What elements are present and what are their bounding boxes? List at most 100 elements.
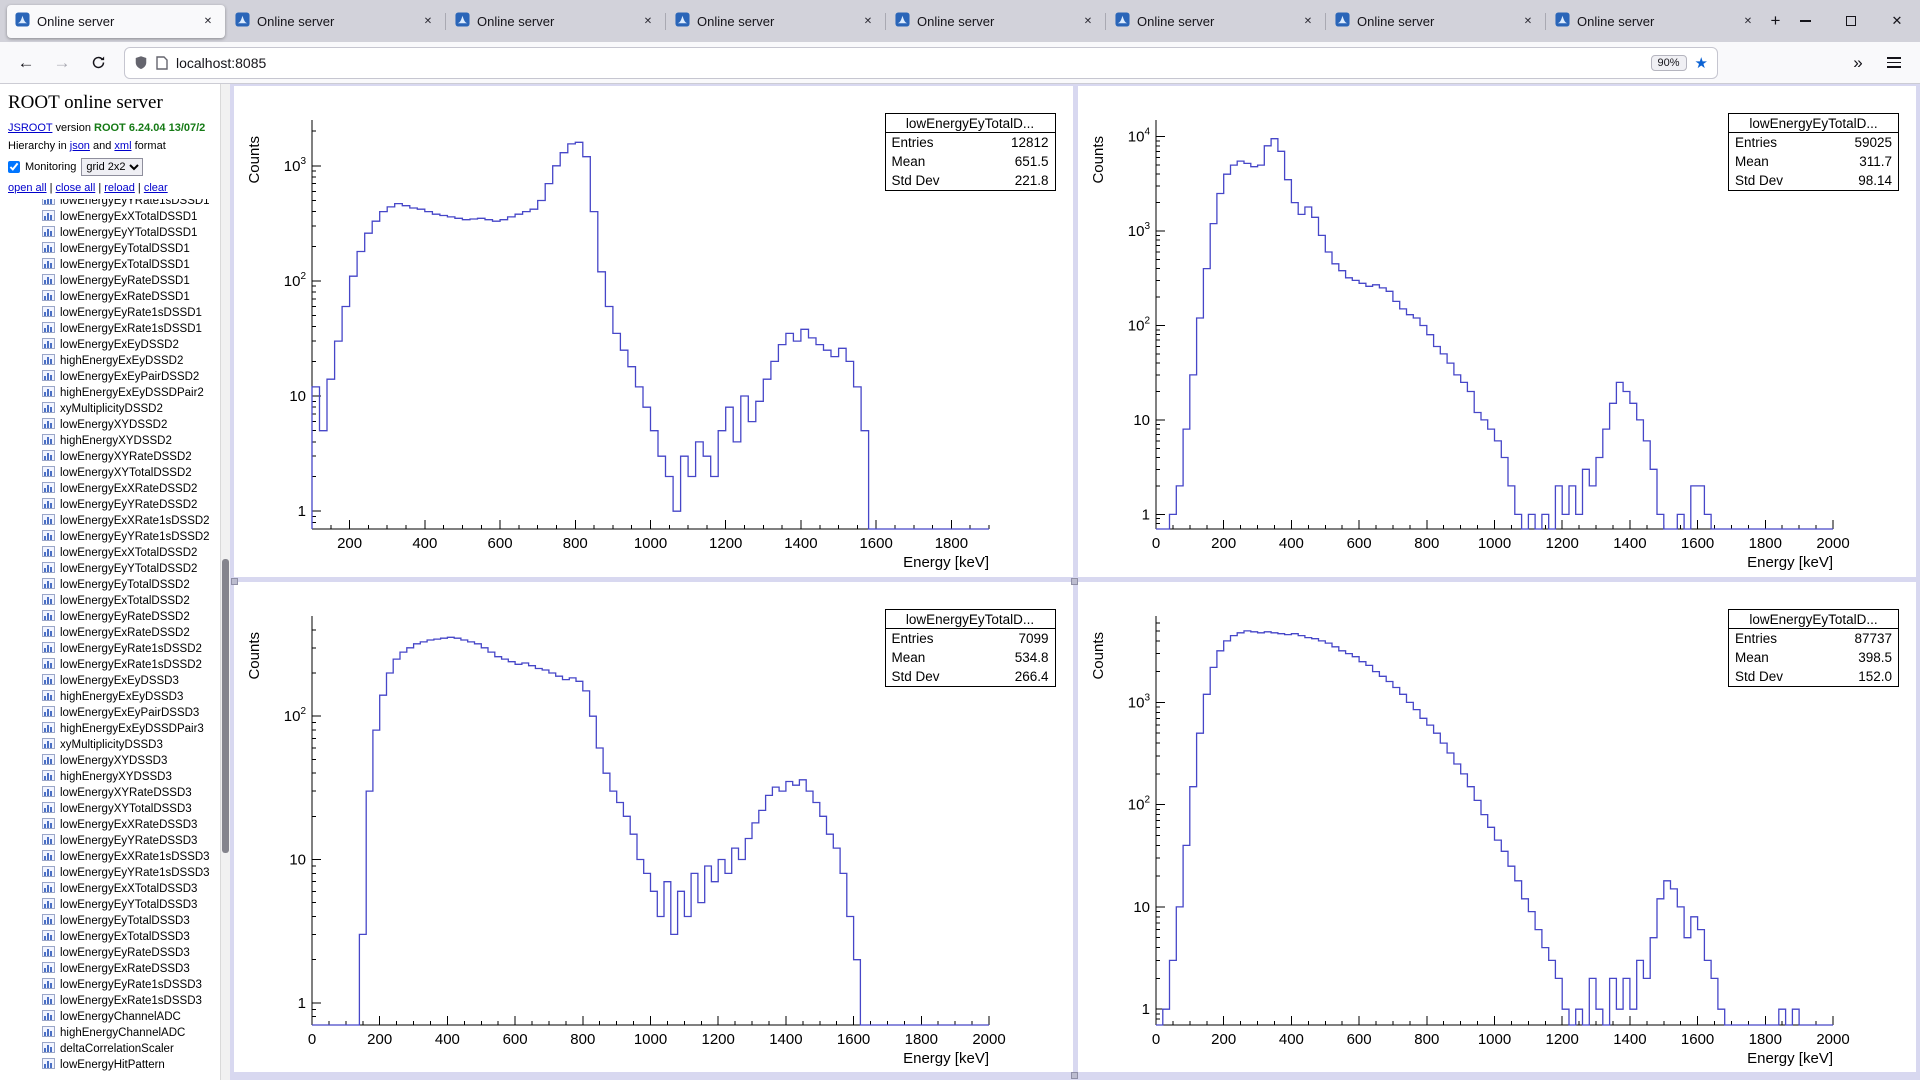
bookmark-star-icon[interactable]: ★ — [1695, 54, 1708, 72]
overflow-menu-button[interactable]: » — [1842, 48, 1874, 78]
tree-item[interactable]: lowEnergyExRateDSSD1 — [8, 289, 218, 305]
tree-item[interactable]: lowEnergyExRate1sDSSD3 — [8, 993, 218, 1009]
close-window-button[interactable]: ✕ — [1874, 0, 1920, 42]
tree-item[interactable]: lowEnergyEyRate1sDSSD1 — [8, 305, 218, 321]
tree-item[interactable]: lowEnergyXYDSSD2 — [8, 417, 218, 433]
tree-item[interactable]: lowEnergyEyRateDSSD2 — [8, 609, 218, 625]
tab-online-server[interactable]: Online server✕ — [667, 5, 885, 38]
tree-item[interactable]: lowEnergyEyYTotalDSSD3 — [8, 897, 218, 913]
tree-item[interactable]: lowEnergyEyRateDSSD3 — [8, 945, 218, 961]
histogram-pad-top-right[interactable]: 0200400600800100012001400160018002000110… — [1078, 86, 1917, 577]
stats-box[interactable]: lowEnergyEyTotalD...Entries12812Mean651.… — [885, 113, 1056, 191]
tree-item[interactable]: lowEnergyExXRate1sDSSD3 — [8, 849, 218, 865]
tree-item[interactable]: highEnergyExEyDSSDPair2 — [8, 385, 218, 401]
tree-item[interactable]: lowEnergyExTotalDSSD1 — [8, 257, 218, 273]
tab-close-icon[interactable]: ✕ — [199, 12, 217, 30]
tree-item[interactable]: highEnergyXYDSSD2 — [8, 433, 218, 449]
tree-item[interactable]: lowEnergyExTotalDSSD2 — [8, 593, 218, 609]
open-all-link[interactable]: open all — [8, 182, 47, 194]
tree-item[interactable]: deltaCorrelationScaler — [8, 1041, 218, 1057]
tab-online-server[interactable]: Online server✕ — [7, 5, 225, 38]
tree-item[interactable]: lowEnergyEyTotalDSSD3 — [8, 913, 218, 929]
xml-link[interactable]: xml — [114, 140, 131, 152]
tree-item[interactable]: lowEnergyEyYRateDSSD2 — [8, 497, 218, 513]
tree-item[interactable]: lowEnergyExRate1sDSSD2 — [8, 657, 218, 673]
tree-item[interactable]: lowEnergyExTotalDSSD3 — [8, 929, 218, 945]
url-bar[interactable]: localhost:8085 90% ★ — [124, 47, 1718, 79]
tree-item[interactable]: lowEnergyEyRate1sDSSD2 — [8, 641, 218, 657]
tree-item[interactable]: lowEnergyXYRateDSSD2 — [8, 449, 218, 465]
tree-item[interactable]: lowEnergyEyYTotalDSSD2 — [8, 561, 218, 577]
resize-handle[interactable] — [1071, 578, 1078, 585]
tree-item[interactable]: lowEnergyExRate1sDSSD1 — [8, 321, 218, 337]
monitoring-checkbox[interactable] — [8, 161, 20, 173]
histogram-pad-top-left[interactable]: 2004006008001000120014001600180011010210… — [234, 86, 1073, 577]
histogram-pad-bottom-right[interactable]: 0200400600800100012001400160018002000110… — [1078, 582, 1917, 1073]
tree-item[interactable]: lowEnergyExXTotalDSSD3 — [8, 881, 218, 897]
tree-item[interactable]: lowEnergyEyYRate1sDSSD3 — [8, 865, 218, 881]
tree-item[interactable]: lowEnergyExEyDSSD2 — [8, 337, 218, 353]
tab-close-icon[interactable]: ✕ — [859, 12, 877, 30]
tree-item[interactable]: xyMultiplicityDSSD3 — [8, 737, 218, 753]
tree-item[interactable]: lowEnergyExXRate1sDSSD2 — [8, 513, 218, 529]
tab-online-server[interactable]: Online server✕ — [227, 5, 445, 38]
zoom-level-badge[interactable]: 90% — [1651, 55, 1687, 71]
reload-button[interactable] — [82, 48, 114, 78]
tree-item[interactable]: lowEnergyExEyPairDSSD2 — [8, 369, 218, 385]
tab-close-icon[interactable]: ✕ — [639, 12, 657, 30]
close-all-link[interactable]: close all — [56, 182, 96, 194]
new-tab-button[interactable]: + — [1769, 6, 1782, 36]
url-text[interactable]: localhost:8085 — [176, 55, 1643, 71]
tab-online-server[interactable]: Online server✕ — [887, 5, 1105, 38]
tree-item[interactable]: highEnergyExEyDSSD2 — [8, 353, 218, 369]
back-button[interactable]: ← — [10, 48, 42, 78]
tree-item[interactable]: lowEnergyXYTotalDSSD3 — [8, 801, 218, 817]
tree-item[interactable]: lowEnergyExEyPairDSSD3 — [8, 705, 218, 721]
stats-box[interactable]: lowEnergyEyTotalD...Entries87737Mean398.… — [1728, 609, 1899, 687]
stats-box[interactable]: lowEnergyEyTotalD...Entries7099Mean534.8… — [885, 609, 1056, 687]
maximize-button[interactable] — [1828, 0, 1874, 42]
tree-item[interactable]: lowEnergyEyYRate1sDSSD2 — [8, 529, 218, 545]
tree-item[interactable]: lowEnergyChannelADC — [8, 1009, 218, 1025]
tree-item[interactable]: highEnergyExEyDSSD3 — [8, 689, 218, 705]
tree-item[interactable]: xyMultiplicityDSSD2 — [8, 401, 218, 417]
tab-close-icon[interactable]: ✕ — [1739, 12, 1757, 30]
tree-item[interactable]: lowEnergyExRateDSSD3 — [8, 961, 218, 977]
tree-item[interactable]: highEnergyChannelADC — [8, 1025, 218, 1041]
tree-item[interactable]: lowEnergyExEyDSSD3 — [8, 673, 218, 689]
tree-item[interactable]: lowEnergyExXRateDSSD3 — [8, 817, 218, 833]
app-menu-button[interactable] — [1878, 48, 1910, 78]
tree-item[interactable]: lowEnergyExRateDSSD2 — [8, 625, 218, 641]
tab-close-icon[interactable]: ✕ — [419, 12, 437, 30]
tree-item[interactable]: lowEnergyExXTotalDSSD2 — [8, 545, 218, 561]
jsroot-link[interactable]: JSROOT — [8, 122, 52, 134]
tab-close-icon[interactable]: ✕ — [1519, 12, 1537, 30]
tree-item[interactable]: lowEnergyXYDSSD3 — [8, 753, 218, 769]
tab-online-server[interactable]: Online server✕ — [1547, 5, 1765, 38]
tab-close-icon[interactable]: ✕ — [1299, 12, 1317, 30]
resize-handle[interactable] — [231, 578, 238, 585]
sidebar-scrollbar-track[interactable] — [220, 84, 230, 1080]
tree-item[interactable]: lowEnergyEyYTotalDSSD1 — [8, 225, 218, 241]
stats-box[interactable]: lowEnergyEyTotalD...Entries59025Mean311.… — [1728, 113, 1899, 191]
reload-link[interactable]: reload — [104, 182, 135, 194]
resize-handle[interactable] — [1071, 1072, 1078, 1079]
tab-close-icon[interactable]: ✕ — [1079, 12, 1097, 30]
tree-item[interactable]: lowEnergyEyYRateDSSD3 — [8, 833, 218, 849]
forward-button[interactable]: → — [46, 48, 78, 78]
histogram-pad-bottom-left[interactable]: 0200400600800100012001400160018002000110… — [234, 582, 1073, 1073]
tree-item[interactable]: highEnergyExEyDSSDPair3 — [8, 721, 218, 737]
tree-item[interactable]: highEnergyXYDSSD3 — [8, 769, 218, 785]
tab-online-server[interactable]: Online server✕ — [447, 5, 665, 38]
sidebar-scrollbar-thumb[interactable] — [222, 559, 229, 853]
tree-item[interactable]: lowEnergyExXRateDSSD2 — [8, 481, 218, 497]
tree-item[interactable]: lowEnergyHitPattern — [8, 1057, 218, 1073]
json-link[interactable]: json — [70, 140, 90, 152]
tree-item[interactable]: lowEnergyEyYRate1sDSSD1 — [8, 199, 218, 209]
clear-link[interactable]: clear — [144, 182, 168, 194]
tree-item[interactable]: lowEnergyExXTotalDSSD1 — [8, 209, 218, 225]
minimize-button[interactable] — [1782, 0, 1828, 42]
tree-item[interactable]: lowEnergyXYRateDSSD3 — [8, 785, 218, 801]
tree-item[interactable]: lowEnergyXYTotalDSSD2 — [8, 465, 218, 481]
tab-online-server[interactable]: Online server✕ — [1327, 5, 1545, 38]
